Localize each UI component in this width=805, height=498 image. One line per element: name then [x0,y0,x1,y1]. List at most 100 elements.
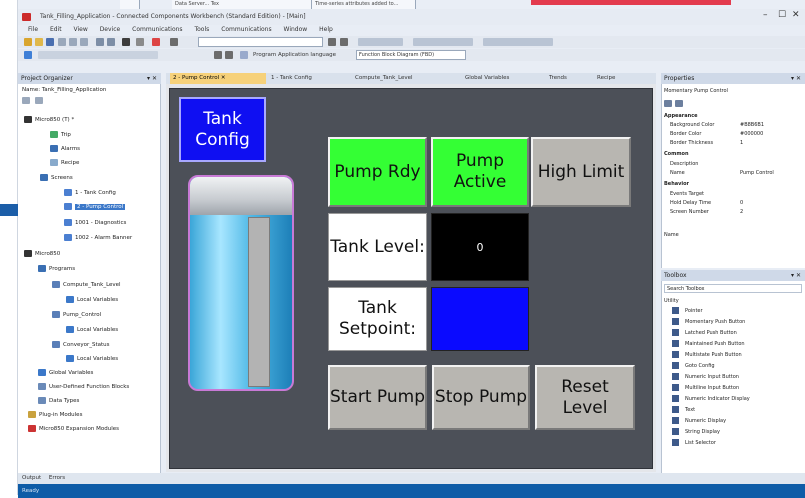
tab-tank-config[interactable]: 1 - Tank Config [268,73,348,84]
tree-item[interactable]: Local Variables [66,354,118,364]
tree-item[interactable]: Compute_Tank_Level [52,280,121,290]
tree-item[interactable]: 1001 - Diagnostics [64,218,126,228]
tree-item[interactable]: Data Types [38,396,79,406]
tree-item[interactable]: User-Defined Function Blocks [38,382,129,392]
tree-item[interactable]: Micro850 Expansion Modules [28,424,119,434]
tab-compute-tank-level[interactable]: Compute_Tank_Level [352,73,448,84]
cut-icon[interactable] [58,38,66,46]
menu-window[interactable]: Window [284,25,308,35]
add-icon[interactable] [24,51,32,59]
tree-item[interactable]: Trip [50,130,71,140]
tree-item[interactable]: Local Variables [66,325,118,335]
zoom-out-icon[interactable] [225,51,233,59]
expand-all-icon[interactable] [34,97,43,104]
toolbox-item[interactable]: List Selector [672,439,716,448]
close-button[interactable]: ✕ [792,10,800,20]
tab-recipe[interactable]: Recipe [594,73,634,84]
open-folder-icon[interactable] [35,38,43,46]
tank-setpoint-input[interactable] [431,287,529,351]
toolbox-item[interactable]: Latched Push Button [672,329,737,338]
tab-output[interactable]: Output [22,475,41,481]
find-icon[interactable] [170,38,178,46]
minimize-button[interactable]: – [763,10,768,20]
toolbox-item[interactable]: Momentary Push Button [672,318,745,327]
tree-item[interactable]: Pump_Control [52,310,101,320]
tab-pump-control[interactable]: 2 - Pump Control ✕ [170,73,266,84]
desktop-tab-1[interactable]: Data Server... Tex [172,0,312,9]
property-row[interactable]: Background Color #B8B6B1 [670,122,764,128]
menu-communications-2[interactable]: Communications [221,25,271,35]
tree-item[interactable]: Plug-in Modules [28,410,82,420]
properties-pin-icon[interactable]: ▾ ✕ [791,73,801,84]
categorized-icon[interactable] [664,100,672,107]
toolbox-item[interactable]: Numeric Indicator Display [672,395,750,404]
tab-trends[interactable]: Trends [546,73,586,84]
toolbox-item[interactable]: Text [672,406,695,415]
download-icon[interactable] [122,38,130,46]
menu-device[interactable]: Device [100,25,121,35]
toolbox-search-input[interactable]: Search Toolbox [664,284,802,293]
property-row[interactable]: Name Pump Control [670,170,774,176]
save-icon[interactable] [46,38,54,46]
property-row[interactable]: Hold Delay Time 0 [670,200,743,206]
menu-tools[interactable]: Tools [194,25,209,35]
paste-icon[interactable] [80,38,88,46]
alphabetical-icon[interactable] [675,100,683,107]
search-go-icon[interactable] [328,38,336,46]
device-toolbar-group[interactable] [358,38,403,46]
tree-item-selected[interactable]: 2 - Pump Control [64,202,126,212]
undo-icon[interactable] [96,38,104,46]
menu-help[interactable]: Help [319,25,333,35]
debug-icon[interactable] [152,38,160,46]
toolbox-item[interactable]: Numeric Display [672,417,726,426]
menu-communications[interactable]: Communications [132,25,182,35]
toolbox-item[interactable]: Goto Config [672,362,715,371]
tank-config-button[interactable]: Tank Config [179,97,266,162]
tree-item[interactable]: Screens [40,173,73,183]
language-select[interactable]: Function Block Diagram (FBD) [356,50,466,60]
new-project-icon[interactable] [24,38,32,46]
property-row[interactable]: Screen Number 2 [670,209,743,215]
maximize-button[interactable]: ☐ [778,10,786,20]
tree-item[interactable]: Recipe [50,158,79,168]
redo-icon[interactable] [107,38,115,46]
copy-icon[interactable] [69,38,77,46]
stop-pump-button[interactable]: Stop Pump [432,365,530,430]
reset-level-button[interactable]: Reset Level [535,365,635,430]
tree-item[interactable]: Micro850 (T) * [24,115,74,125]
toolbox-item[interactable]: Numeric Input Button [672,373,739,382]
tree-item[interactable]: 1 - Tank Config [64,188,116,198]
layout-toolbar-group[interactable] [38,51,158,59]
zoom-in-icon[interactable] [214,51,222,59]
toolbox-item[interactable]: Maintained Push Button [672,340,745,349]
tree-item[interactable]: Programs [38,264,75,274]
tree-item[interactable]: Alarms [50,144,80,154]
toolbox-item[interactable]: Pointer [672,307,703,316]
toolbox-category[interactable]: Utility [664,298,679,304]
tree-item[interactable]: Micro850 [24,249,60,259]
property-row[interactable]: Border Thickness 1 [670,140,743,146]
start-pump-button[interactable]: Start Pump [328,365,427,430]
menu-file[interactable]: File [28,25,38,35]
search-input[interactable] [198,37,323,47]
build-icon[interactable] [136,38,144,46]
format-toolbar-group[interactable] [483,38,553,46]
collapse-all-icon[interactable] [22,97,30,104]
menu-view[interactable]: View [74,25,88,35]
menu-edit[interactable]: Edit [50,25,62,35]
tree-item[interactable]: 1002 - Alarm Banner [64,233,132,243]
property-row[interactable]: Description [670,161,698,167]
property-row[interactable]: Events Target [670,191,704,197]
tree-item[interactable]: Local Variables [66,295,118,305]
toolbox-item[interactable]: Multistate Push Button [672,351,742,360]
toolbox-item[interactable]: String Display [672,428,720,437]
tab-global-variables[interactable]: Global Variables [462,73,540,84]
tree-item[interactable]: Conveyor_Status [52,340,110,350]
property-row[interactable]: Border Color #000000 [670,131,763,137]
tree-item[interactable]: Global Variables [38,368,93,378]
pin-icon[interactable]: ▾ ✕ [147,73,157,84]
tab-errors[interactable]: Errors [49,475,65,481]
align-toolbar-group[interactable] [413,38,473,46]
toolbox-item[interactable]: Multiline Input Button [672,384,739,393]
toolbox-pin-icon[interactable]: ▾ ✕ [791,270,801,281]
